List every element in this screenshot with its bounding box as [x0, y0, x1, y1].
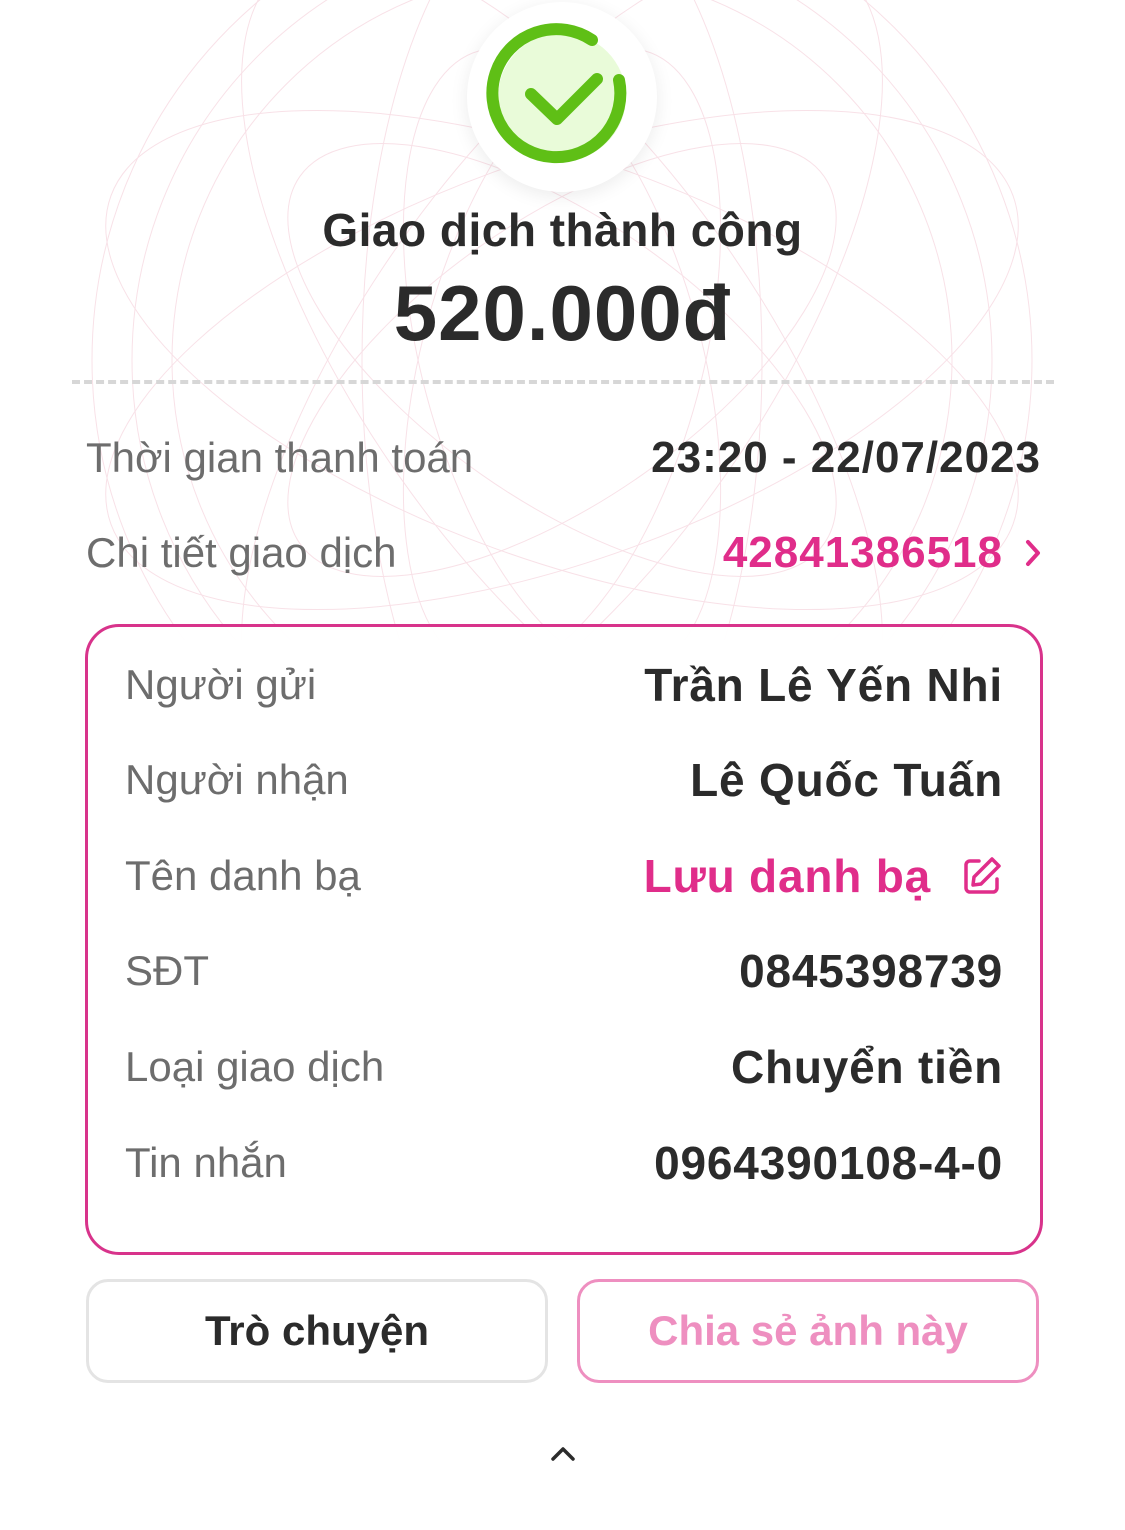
check-circle-icon	[486, 23, 627, 164]
save-contact-label: Lưu danh bạ	[643, 850, 931, 902]
transaction-amount: 520.000đ	[393, 269, 732, 357]
contact-name-row: Tên danh bạ Lưu danh bạ	[125, 845, 1003, 907]
edit-icon	[964, 857, 1001, 894]
message-value: 0964390108-4-0	[654, 1137, 1003, 1189]
receiver-label: Người nhận	[125, 756, 349, 803]
sender-label: Người gửi	[125, 661, 317, 708]
message-row: Tin nhắn 0964390108-4-0	[125, 1132, 1003, 1194]
status-title: Giao dịch thành công	[322, 204, 803, 256]
message-label: Tin nhắn	[125, 1139, 287, 1186]
transaction-info-card: Người gửi Trần Lê Yến Nhi Người nhận Lê …	[85, 624, 1043, 1255]
transaction-type-row: Loại giao dịch Chuyển tiền	[125, 1036, 1003, 1098]
chevron-up-icon[interactable]	[548, 1444, 578, 1464]
transaction-type-label: Loại giao dịch	[125, 1043, 385, 1090]
payment-time-value: 23:20 - 22/07/2023	[651, 433, 1041, 482]
chat-button[interactable]: Trò chuyện	[86, 1279, 548, 1383]
receiver-row: Người nhận Lê Quốc Tuấn	[125, 749, 1003, 811]
success-check-badge	[467, 2, 657, 192]
share-image-button[interactable]: Chia sẻ ảnh này	[577, 1279, 1039, 1383]
transaction-id-value: 42841386518	[722, 528, 1003, 577]
phone-row: SĐT 0845398739	[125, 940, 1003, 1002]
payment-time-label: Thời gian thanh toán	[86, 434, 474, 481]
transaction-type-value: Chuyển tiền	[730, 1041, 1003, 1093]
save-contact-button[interactable]: Lưu danh bạ	[644, 849, 1003, 903]
payment-time-row: Thời gian thanh toán 23:20 - 22/07/2023	[86, 428, 1041, 488]
contact-name-label: Tên danh bạ	[125, 852, 361, 899]
transaction-id-link[interactable]: 42841386518	[723, 528, 1041, 578]
receiver-value: Lê Quốc Tuấn	[690, 754, 1003, 806]
sender-value: Trần Lê Yến Nhi	[644, 659, 1003, 711]
phone-label: SĐT	[125, 947, 209, 994]
transaction-detail-row[interactable]: Chi tiết giao dịch 42841386518	[86, 523, 1041, 583]
sender-row: Người gửi Trần Lê Yến Nhi	[125, 654, 1003, 716]
phone-value: 0845398739	[739, 945, 1003, 997]
transaction-detail-label: Chi tiết giao dịch	[86, 529, 397, 576]
dashed-divider	[72, 380, 1054, 384]
chevron-right-icon	[1026, 540, 1040, 566]
